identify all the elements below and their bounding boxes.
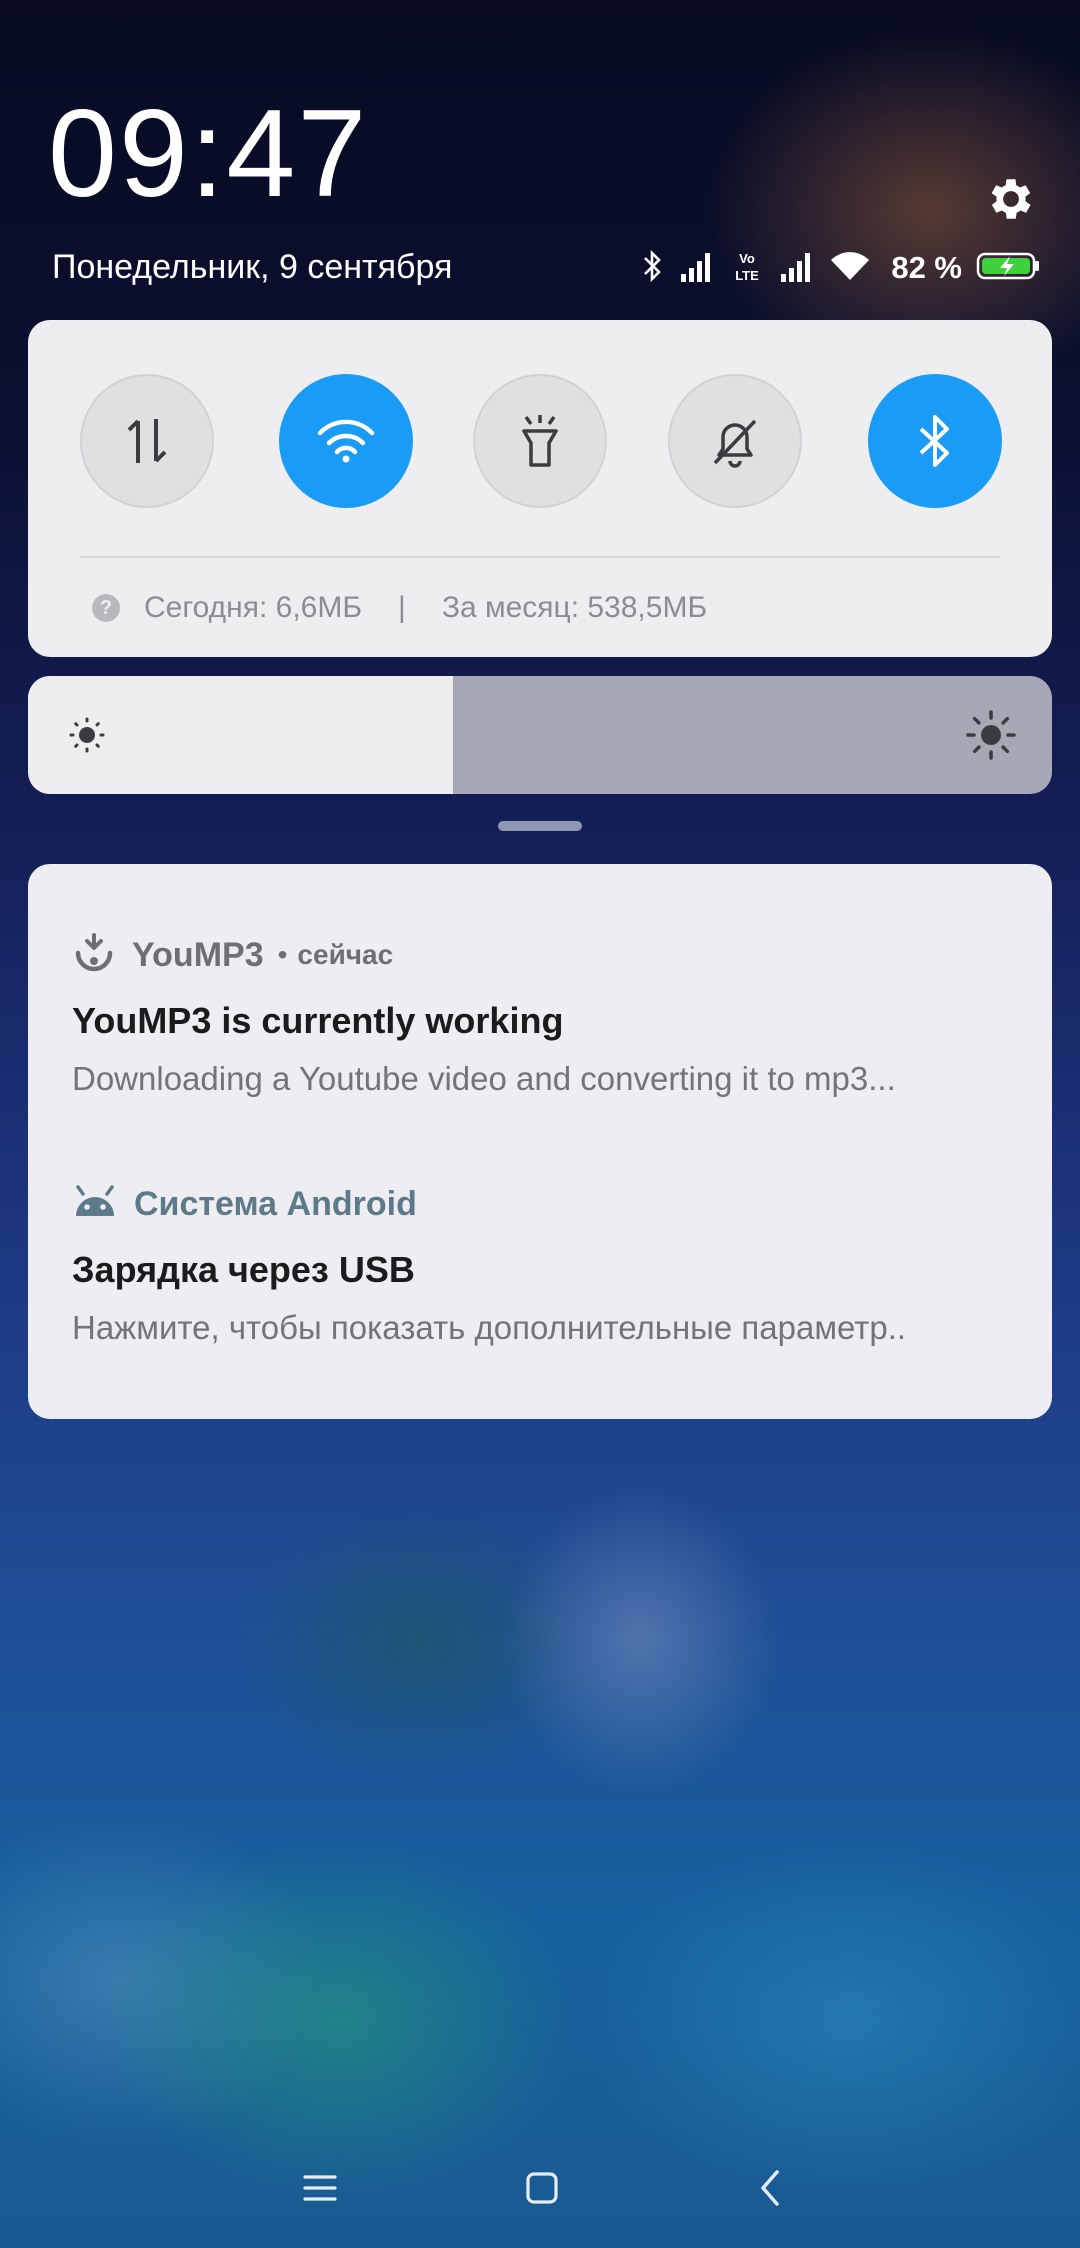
silent-toggle[interactable] [668,374,802,508]
notification-text: Downloading a Youtube video and converti… [72,1060,896,1097]
brightness-slider[interactable] [28,676,1052,794]
bell-off-icon [713,419,757,468]
mobile-data-toggle[interactable] [80,374,214,508]
notification-header: YouMP3 • сейчас [72,930,1012,980]
notification-android-system[interactable]: Система Android Зарядка через USB Нажмит… [72,1179,1012,1347]
notification-text: Нажмите, чтобы показать дополнительные п… [72,1309,907,1346]
bluetooth-toggle[interactable] [868,374,1002,508]
divider [80,556,1000,558]
signal-icon [679,250,715,287]
bluetooth-icon [641,248,665,289]
date-label[interactable]: Понедельник, 9 сентября [52,248,452,287]
flashlight-icon [522,415,558,467]
help-icon: ? [92,594,120,622]
notification-app-name: YouMP3 [132,935,264,974]
usage-separator: | [398,591,406,624]
usage-month: За месяц: 538,5МБ [441,591,708,624]
quick-settings-panel: ? Сегодня: 6,6МБ | За месяц: 538,5МБ [28,320,1052,657]
gear-icon[interactable] [984,172,1038,226]
separator-dot: • [277,939,288,970]
android-icon [72,1182,118,1227]
status-bar: Vo LTE 82 % [641,246,1042,290]
yoump3-icon [72,931,116,980]
flashlight-toggle[interactable] [473,374,607,508]
drag-handle[interactable] [498,821,582,831]
wifi-icon [317,419,375,463]
notification-title: Зарядка через USB [72,1249,415,1290]
wifi-toggle[interactable] [279,374,413,508]
volte-icon: Vo LTE [729,248,765,289]
back-button[interactable] [740,2158,800,2218]
back-icon [761,2170,779,2206]
notification-yoump3[interactable]: YouMP3 • сейчас YouMP3 is currently work… [72,930,1012,1098]
svg-text:Vo: Vo [740,251,756,266]
menu-button[interactable] [290,2158,350,2218]
notification-app-name: Система Android [134,1184,417,1223]
notification-time: сейчас [297,939,394,970]
notification-card: YouMP3 • сейчас YouMP3 is currently work… [28,864,1052,1419]
usage-today: Сегодня: 6,6МБ [144,591,363,624]
brightness-low-icon [68,716,106,759]
home-button[interactable] [512,2158,572,2218]
notification-header: Система Android [72,1179,1012,1229]
brightness-high-icon [966,710,1016,765]
data-usage[interactable]: ? Сегодня: 6,6МБ | За месяц: 538,5МБ [92,586,707,630]
menu-icon [303,2175,337,2201]
home-icon [526,2172,558,2204]
notification-title: YouMP3 is currently working [72,1000,564,1041]
clock[interactable]: 09:47 [48,92,368,216]
battery-charging-icon [976,251,1042,286]
wifi-icon [829,250,871,287]
signal-icon [779,250,815,287]
bluetooth-icon [919,415,949,467]
battery-percent: 82 % [891,250,962,285]
svg-text:LTE: LTE [736,268,760,283]
data-arrows-icon [127,419,167,463]
